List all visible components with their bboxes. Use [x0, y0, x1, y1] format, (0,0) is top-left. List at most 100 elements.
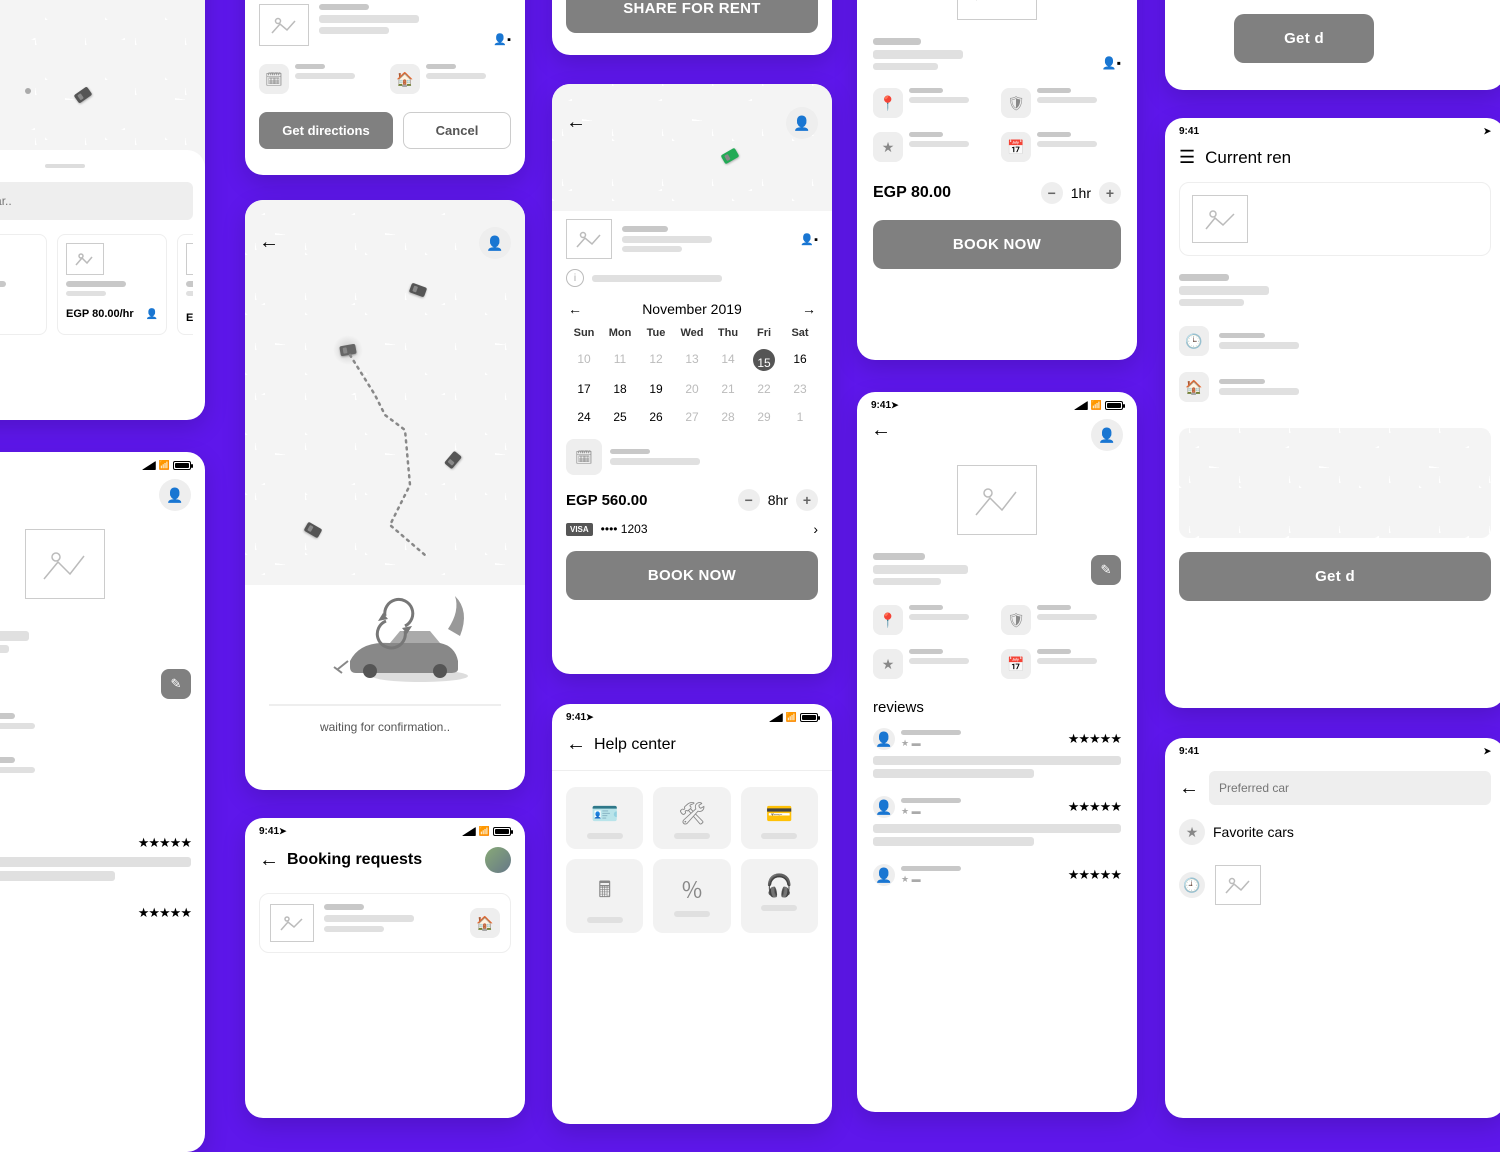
avatar-icon: 👤	[873, 728, 895, 750]
review-item: 👤★ ▬ ★★★★★	[873, 728, 1121, 778]
price: EGP 80.00	[873, 184, 951, 202]
map-preview[interactable]	[1179, 428, 1491, 538]
chevron-right-icon: ›	[813, 521, 818, 537]
profile-button[interactable]: 👤	[786, 107, 818, 139]
car-card[interactable]: EGP 80.	[177, 234, 193, 335]
share-rent-button[interactable]: SHARE FOR RENT	[566, 0, 818, 33]
get-directions-button[interactable]: Get d	[1179, 552, 1491, 601]
rating-stars: ★★★★★	[1068, 731, 1121, 747]
review-item: 👤★ ▬ ★★★★★	[873, 864, 1121, 886]
avatar-icon: 👤	[873, 864, 895, 886]
history-icon: 🕘	[1179, 872, 1205, 898]
cancel-button[interactable]: Cancel	[403, 112, 511, 149]
back-button[interactable]: ←	[871, 419, 891, 451]
rating-stars: ★★★★★	[138, 905, 191, 921]
help-tile-maintenance[interactable]: 🛠	[653, 787, 730, 849]
search-input[interactable]	[0, 182, 193, 220]
help-tile-payment[interactable]: 💳	[741, 787, 818, 849]
visa-badge: VISA	[566, 523, 593, 536]
info-icon: i	[566, 269, 584, 287]
status-time: 9:41	[259, 826, 279, 837]
calendar-prev[interactable]: ←	[568, 301, 582, 317]
book-now-button[interactable]: BOOK NOW	[873, 220, 1121, 269]
waiting-illustration	[300, 581, 470, 691]
car-image-placeholder	[25, 529, 105, 599]
image-placeholder	[259, 4, 309, 46]
status-time: 9:41	[1179, 126, 1199, 137]
page-title: Help center	[594, 736, 676, 754]
price-label: EGP 80.00/hr	[66, 308, 134, 320]
avatar-icon: 👤	[873, 796, 895, 818]
favorite-chip[interactable]: Favorite cars	[1213, 824, 1294, 840]
help-tile-support[interactable]: 🎧	[741, 859, 818, 933]
car-icon	[721, 148, 740, 165]
status-time: 9:41	[1179, 746, 1199, 757]
screen-help-center: 9:41➤ ← Help center 🪪 🛠 💳 🖩 ％ 🎧	[552, 704, 832, 1124]
back-button[interactable]: ←	[566, 111, 586, 134]
hours-plus[interactable]: +	[796, 489, 818, 511]
rating-stars: ★★★★★	[1068, 799, 1121, 815]
hours-minus[interactable]: −	[1041, 182, 1063, 204]
car-icon	[74, 86, 93, 103]
preferred-car-input[interactable]	[1209, 771, 1491, 805]
profile-button[interactable]: 👤	[159, 479, 191, 511]
calendar-icon: 📅	[1001, 132, 1031, 162]
date-check-icon: 🗓	[566, 439, 602, 475]
total-price: EGP 560.00	[566, 492, 647, 509]
screen-share-rent-top: SHARE FOR RENT	[552, 0, 832, 55]
screen-favorites: 9:41➤ ← ★ Favorite cars 🕘	[1165, 738, 1500, 1118]
garage-icon: 🏠	[390, 64, 420, 94]
get-directions-button[interactable]: Get directions	[259, 112, 393, 149]
screen-current-rentals: 9:41➤ ☰ Current ren 🕒 🏠 Get d	[1165, 118, 1500, 708]
card-mask: •••• 1203	[601, 522, 648, 536]
menu-button[interactable]: ☰	[1179, 147, 1195, 168]
avatar[interactable]	[485, 847, 511, 873]
back-button[interactable]: ←	[1179, 777, 1199, 800]
user-icon: 👤▪	[493, 33, 511, 46]
screen-detail-book: 👤▪ 📍 🛡 ★ 📅 EGP 80.00 − 1hr + BOOK NOW	[857, 0, 1137, 360]
screen-detail-reviews-left: 👤 ✎ 🛡 📅 ws ★★★★★ ★★★★★	[0, 452, 205, 1152]
status-time: 9:41	[566, 712, 586, 723]
waiting-text: waiting for confirmation..	[259, 720, 511, 734]
back-button[interactable]: ←	[259, 849, 279, 872]
profile-button[interactable]: 👤	[1091, 419, 1123, 451]
edit-button[interactable]: ✎	[1091, 555, 1121, 585]
car-image-placeholder	[957, 465, 1037, 535]
route-path	[245, 200, 525, 585]
user-icon: 👤	[146, 309, 158, 320]
hours-minus[interactable]: −	[738, 489, 760, 511]
user-icon: 👤▪	[1102, 56, 1121, 70]
location-icon: 📍	[873, 605, 903, 635]
edit-button[interactable]: ✎	[161, 669, 191, 699]
screen-get-directions-slice: Get d	[1165, 0, 1500, 90]
calculator-icon: 🖩	[598, 873, 611, 911]
book-now-button[interactable]: BOOK NOW	[566, 551, 818, 600]
calendar-next[interactable]: →	[802, 301, 816, 317]
car-card[interactable]: EGP 80.00/hr 👤	[57, 234, 167, 335]
hours-plus[interactable]: +	[1099, 182, 1121, 204]
calendar-month: November 2019	[642, 301, 742, 317]
garage-icon: 🏠	[470, 908, 500, 938]
help-tile-license[interactable]: 🪪	[566, 787, 643, 849]
screen-booking-requests: 9:41➤ ← Booking requests 🏠	[245, 818, 525, 1118]
screen-directions-card: 👤▪ 🗓 🏠 Get directions Cancel	[245, 0, 525, 175]
payment-row[interactable]: VISA •••• 1203 ›	[566, 521, 818, 537]
help-tile-discount[interactable]: ％	[653, 859, 730, 933]
headset-icon: 🎧	[766, 873, 793, 899]
garage-icon: 🏠	[1179, 372, 1209, 402]
star-icon: ★	[1179, 819, 1205, 845]
calendar-icon: 📅	[1001, 649, 1031, 679]
back-button[interactable]: ←	[566, 733, 586, 756]
hours-value: 1hr	[1071, 185, 1091, 201]
car-card[interactable]: ar 👤	[0, 234, 47, 335]
credit-card-icon: 💳	[766, 801, 793, 827]
star-icon: ★	[873, 132, 903, 162]
calendar-row[interactable]: 2425262728291	[566, 403, 818, 431]
help-tile-calculator[interactable]: 🖩	[566, 859, 643, 933]
page-title: Booking requests	[287, 851, 422, 869]
sheet-grabber[interactable]	[45, 164, 85, 168]
get-directions-button[interactable]: Get d	[1234, 14, 1374, 63]
wrench-icon: 🛠	[678, 801, 706, 827]
calendar-row[interactable]: 10111213141516	[566, 345, 818, 375]
calendar-row[interactable]: 17181920212223	[566, 375, 818, 403]
